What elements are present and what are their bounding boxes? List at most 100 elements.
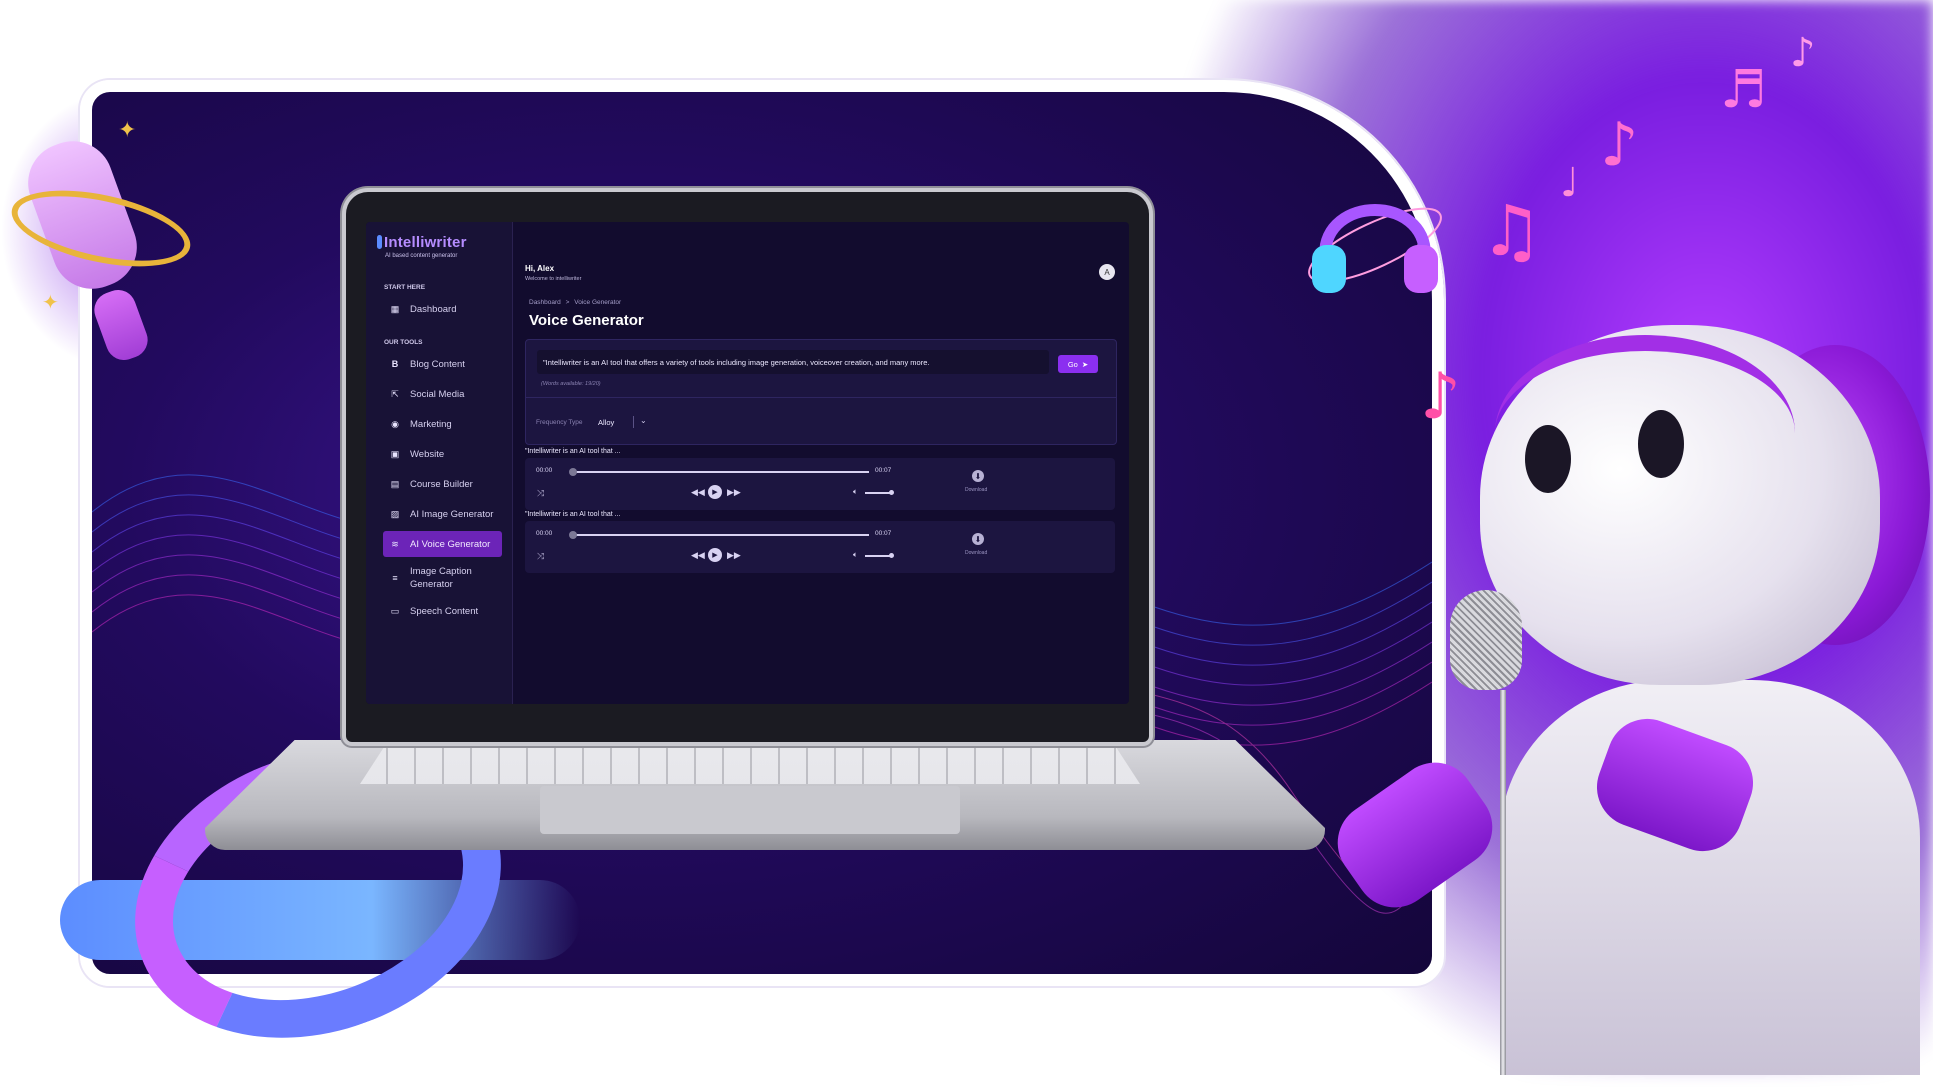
section-label-tools: OUR TOOLS — [384, 339, 423, 346]
fast-forward-icon[interactable]: ▶▶ — [727, 487, 741, 498]
grid-icon: ▦ — [390, 303, 400, 314]
caption-icon: ≡ — [392, 572, 398, 583]
sidebar-item-course-builder[interactable]: ▤ Course Builder — [383, 471, 502, 497]
music-note-icon: ♩ — [1560, 160, 1579, 206]
microphone-icon — [1450, 590, 1522, 690]
volume-thumb[interactable] — [889, 553, 894, 558]
blog-icon: B — [391, 359, 399, 369]
words-available: (Words available: 19/20) — [541, 381, 601, 387]
volume-slider[interactable] — [865, 555, 891, 557]
frequency-type-label: Frequency Type — [536, 419, 583, 426]
sidebar: Intelliwriter AI based content generator… — [366, 222, 513, 704]
seek-thumb[interactable] — [569, 468, 577, 476]
prompt-input[interactable]: "Intelliwriter is an AI tool that offers… — [537, 350, 1049, 374]
time-current: 00:00 — [536, 530, 553, 537]
select-separator — [633, 416, 634, 428]
sidebar-item-label: Social Media — [410, 388, 465, 400]
volume-icon[interactable]: 🔈︎ — [853, 550, 858, 560]
seek-thumb[interactable] — [569, 531, 577, 539]
play-icon: ▶ — [712, 489, 718, 496]
sidebar-item-label: Dashboard — [410, 303, 457, 315]
laptop-trackpad — [540, 786, 960, 834]
sidebar-item-ai-voice-generator[interactable]: ≋ AI Voice Generator — [383, 531, 502, 557]
download-icon[interactable]: ⬇ — [972, 533, 984, 545]
sidebar-item-label: Image Caption Generator — [410, 566, 472, 590]
sparkle-icon: ✦ — [42, 290, 59, 314]
sidebar-item-label: Marketing — [410, 418, 452, 430]
time-total: 00:07 — [875, 467, 892, 474]
divider — [526, 397, 1116, 398]
sidebar-item-ai-image-generator[interactable]: ▨ AI Image Generator — [383, 501, 502, 527]
target-icon: ◉ — [391, 418, 399, 429]
music-note-icon: ♪ — [1790, 30, 1816, 76]
avatar[interactable]: A — [1099, 264, 1115, 280]
sidebar-item-website[interactable]: ▣ Website — [383, 441, 502, 467]
generator-card: "Intelliwriter is an AI tool that offers… — [525, 339, 1117, 445]
music-note-icon: ♬ — [1720, 60, 1767, 120]
robot-eye — [1525, 425, 1571, 493]
fast-forward-icon[interactable]: ▶▶ — [727, 550, 741, 561]
time-total: 00:07 — [875, 530, 892, 537]
volume-icon[interactable]: 🔈︎ — [853, 487, 858, 497]
volume-slider[interactable] — [865, 492, 891, 494]
shuffle-icon[interactable]: ⤨ — [537, 551, 544, 562]
sparkle-icon: ✦ — [118, 118, 137, 143]
time-current: 00:00 — [536, 467, 553, 474]
app-logo[interactable]: Intelliwriter AI based content generator — [377, 234, 467, 259]
sidebar-item-social-media[interactable]: ⇱ Social Media — [383, 381, 502, 407]
chevron-down-icon[interactable]: ⌄ — [640, 416, 647, 425]
sidebar-item-marketing[interactable]: ◉ Marketing — [383, 411, 502, 437]
audio-player: 00:00 00:07 ⤨ ◀◀ ▶ ▶▶ 🔈︎ ⬇ Download — [525, 458, 1115, 510]
play-icon: ▶ — [712, 552, 718, 559]
track-title: "Intelliwriter is an AI tool that ... — [525, 448, 621, 455]
share-icon: ⇱ — [391, 388, 399, 399]
breadcrumb-root[interactable]: Dashboard — [529, 299, 561, 306]
sidebar-item-label: AI Image Generator — [410, 508, 494, 520]
sidebar-item-dashboard[interactable]: ▦ Dashboard — [383, 296, 502, 322]
welcome-text: Welcome to intelliwriter — [525, 276, 582, 282]
rewind-icon[interactable]: ◀◀ — [691, 487, 705, 498]
shuffle-icon[interactable]: ⤨ — [537, 488, 544, 499]
go-button-label: Go — [1067, 359, 1078, 369]
seek-bar[interactable] — [571, 471, 869, 473]
breadcrumb-current: Voice Generator — [574, 299, 622, 306]
logo-tagline: AI based content generator — [385, 253, 458, 259]
volume-thumb[interactable] — [889, 490, 894, 495]
rewind-icon[interactable]: ◀◀ — [691, 550, 705, 561]
sidebar-item-speech-content[interactable]: ▭ Speech Content — [383, 598, 502, 624]
download-icon[interactable]: ⬇ — [972, 470, 984, 482]
laptop-keyboard — [360, 748, 1140, 784]
download-label[interactable]: Download — [965, 487, 987, 493]
send-icon: ➤ — [1081, 359, 1089, 369]
play-button[interactable]: ▶ — [708, 548, 722, 562]
sidebar-item-image-caption-generator[interactable]: ≡ Image Caption Generator — [383, 561, 502, 595]
seek-bar[interactable] — [571, 534, 869, 536]
page-title: Voice Generator — [529, 312, 644, 329]
download-label[interactable]: Download — [965, 550, 987, 556]
music-note-icon: ♫ — [1480, 190, 1543, 272]
chat-icon: ▭ — [390, 605, 400, 616]
microphone-stand — [1500, 690, 1506, 1075]
sidebar-item-label: Blog Content — [410, 358, 465, 370]
book-icon: ▤ — [390, 478, 400, 489]
go-button[interactable]: Go ➤ — [1058, 355, 1098, 373]
play-button[interactable]: ▶ — [708, 485, 722, 499]
sidebar-item-label: Website — [410, 448, 445, 460]
music-note-icon: ♪ — [1420, 360, 1461, 434]
sidebar-item-blog-content[interactable]: B Blog Content — [383, 351, 502, 377]
robot-eye — [1638, 410, 1684, 478]
logo-name: Intelliwriter — [384, 234, 467, 251]
headphones-icon — [1308, 204, 1442, 293]
section-label-start: START HERE — [384, 284, 426, 291]
track-title: "Intelliwriter is an AI tool that ... — [525, 511, 621, 518]
main-content: Hi, Alex Welcome to intelliwriter A Dash… — [513, 222, 1129, 704]
waveform-icon: ≋ — [391, 538, 399, 549]
browser-icon: ▣ — [390, 448, 400, 459]
app-screen: Intelliwriter AI based content generator… — [366, 222, 1129, 704]
breadcrumb: Dashboard > Voice Generator — [529, 299, 621, 306]
sidebar-item-label: AI Voice Generator — [410, 538, 491, 550]
frequency-type-select[interactable]: Alloy — [598, 418, 614, 427]
laptop-lid: Intelliwriter AI based content generator… — [346, 192, 1149, 742]
sidebar-item-label: Course Builder — [410, 478, 473, 490]
sidebar-item-label: Speech Content — [410, 605, 479, 617]
